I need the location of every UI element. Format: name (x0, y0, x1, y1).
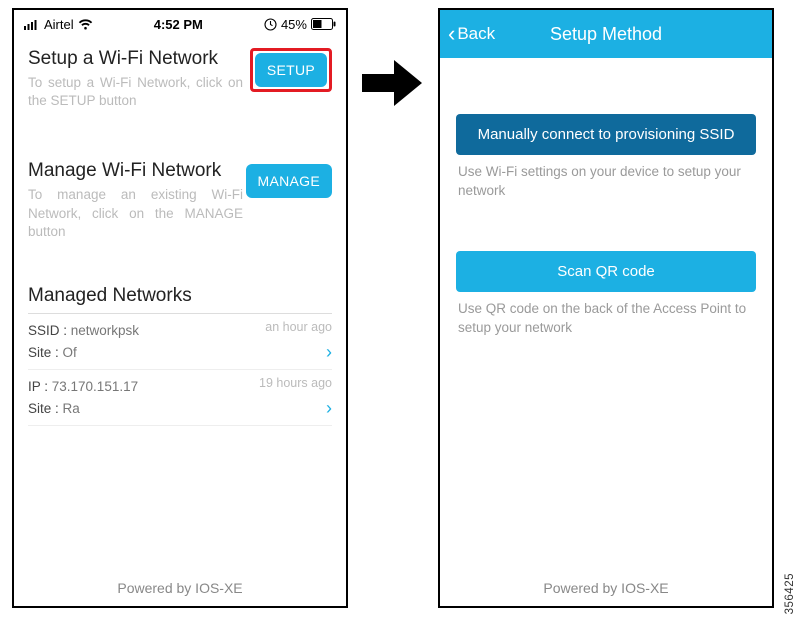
setup-subtitle: To setup a Wi-Fi Network, click on the S… (28, 74, 243, 110)
network-field-value: networkpsk (71, 323, 139, 338)
setup-section: Setup a Wi-Fi Network To setup a Wi-Fi N… (14, 34, 346, 118)
chevron-left-icon: ‹ (448, 23, 455, 45)
page-title: Setup Method (550, 24, 662, 45)
carrier-label: Airtel (44, 17, 74, 32)
network-field-label: SSID : (28, 323, 71, 338)
transition-arrow-icon (360, 56, 426, 115)
manage-title: Manage Wi-Fi Network (28, 160, 243, 182)
scan-qr-button[interactable]: Scan QR code (456, 251, 756, 292)
chevron-right-icon: › (326, 398, 332, 419)
setup-highlight: SETUP (250, 48, 332, 92)
rotation-lock-icon (264, 18, 277, 31)
footer-label: Powered by IOS-XE (14, 580, 346, 596)
network-time: 19 hours ago (259, 376, 332, 390)
nav-bar: ‹ Back Setup Method (440, 10, 772, 58)
status-bar: Airtel 4:52 PM 45% (14, 10, 346, 34)
managed-networks-header: Managed Networks (28, 275, 332, 314)
back-label: Back (457, 24, 495, 44)
wifi-icon (78, 19, 93, 30)
phone-screen-setup-method: ‹ Back Setup Method Manually connect to … (438, 8, 774, 608)
battery-pct-label: 45% (281, 17, 307, 32)
network-row[interactable]: SSID : networkpsk Site : Of an hour ago … (28, 314, 332, 370)
battery-icon (311, 18, 336, 30)
manual-connect-desc: Use Wi-Fi settings on your device to set… (456, 155, 756, 201)
network-field-value: Of (63, 345, 77, 360)
clock-label: 4:52 PM (154, 17, 203, 32)
network-time: an hour ago (265, 320, 332, 334)
network-row[interactable]: IP : 73.170.151.17 Site : Ra 19 hours ag… (28, 370, 332, 426)
network-field-label: Site : (28, 401, 63, 416)
manage-button[interactable]: MANAGE (246, 164, 332, 198)
footer-label: Powered by IOS-XE (440, 580, 772, 596)
phone-screen-home: Airtel 4:52 PM 45% Setup a Wi-Fi Network… (12, 8, 348, 608)
network-field-label: IP : (28, 379, 52, 394)
setup-button[interactable]: SETUP (255, 53, 327, 87)
signal-bars-icon (24, 19, 40, 30)
network-field-value: Ra (63, 401, 80, 416)
back-button[interactable]: ‹ Back (440, 23, 495, 45)
network-field-label: Site : (28, 345, 63, 360)
manage-section: Manage Wi-Fi Network To manage an existi… (14, 146, 346, 249)
setup-title: Setup a Wi-Fi Network (28, 48, 243, 70)
figure-id: 356425 (784, 573, 796, 614)
chevron-right-icon: › (326, 342, 332, 363)
scan-qr-desc: Use QR code on the back of the Access Po… (456, 292, 756, 338)
manage-subtitle: To manage an existing Wi-Fi Network, cli… (28, 186, 243, 241)
manual-connect-button[interactable]: Manually connect to provisioning SSID (456, 114, 756, 155)
managed-networks: Managed Networks SSID : networkpsk Site … (14, 275, 346, 426)
network-field-value: 73.170.151.17 (52, 379, 138, 394)
